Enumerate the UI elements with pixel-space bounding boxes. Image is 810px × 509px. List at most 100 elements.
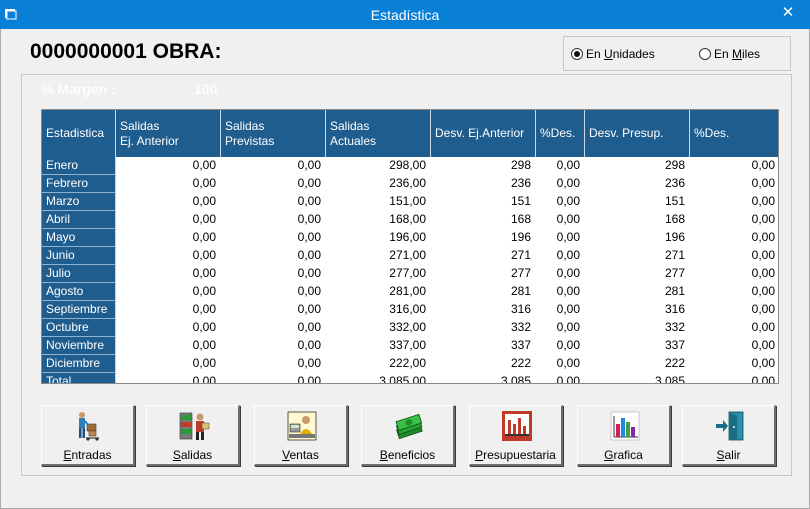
row-label: Julio	[42, 265, 116, 283]
column-header-label: %Des.	[694, 126, 730, 140]
table-cell: 168	[431, 211, 536, 229]
units-selector: En Unidades En Miles	[563, 36, 791, 71]
table-cell: 332	[431, 319, 536, 337]
table-cell: 298	[431, 157, 536, 175]
stats-panel: % Margen : 100 Estadistica Salidas Ej. An…	[21, 74, 792, 476]
table-cell: 0,00	[536, 319, 585, 337]
radio-en-miles[interactable]: En Miles	[699, 47, 760, 61]
table-cell: 236	[431, 175, 536, 193]
table-row[interactable]: Febrero 0,00 0,00 236,00 236 0,00 236 0,00	[42, 175, 778, 193]
table-cell: 337	[585, 337, 690, 355]
presupuestaria-button[interactable]: Presupuestaria	[469, 405, 563, 466]
table-cell: 0,00	[221, 301, 326, 319]
column-header[interactable]: Salidas Ej. Anterior	[116, 110, 221, 157]
table-cell: 0,00	[690, 319, 778, 337]
table-cell: 281	[585, 283, 690, 301]
table-cell: 0,00	[116, 247, 221, 265]
row-label: Septiembre	[42, 301, 116, 319]
table-cell: 0,00	[221, 211, 326, 229]
table-row[interactable]: Marzo 0,00 0,00 151,00 151 0,00 151 0,00	[42, 193, 778, 211]
table-cell: 332	[585, 319, 690, 337]
table-cell: 0,00	[536, 157, 585, 175]
row-label: Total	[42, 373, 116, 383]
table-cell: 236,00	[326, 175, 431, 193]
table-cell: 0,00	[221, 175, 326, 193]
table-cell: 151,00	[326, 193, 431, 211]
column-header-label: Salidas Previstas	[225, 119, 275, 148]
stats-grid[interactable]: Estadistica Salidas Ej. Anterior Salidas P…	[41, 109, 779, 384]
table-cell: 0,00	[690, 229, 778, 247]
column-header[interactable]: Desv. Presup.	[585, 110, 690, 157]
table-cell: 277	[431, 265, 536, 283]
table-cell: 168	[585, 211, 690, 229]
table-cell: 332,00	[326, 319, 431, 337]
column-header[interactable]: %Des.	[690, 110, 778, 157]
table-cell: 0,00	[690, 247, 778, 265]
table-cell: 0,00	[116, 301, 221, 319]
table-cell: 316	[431, 301, 536, 319]
table-row[interactable]: Mayo 0,00 0,00 196,00 196 0,00 196 0,00	[42, 229, 778, 247]
table-cell: 0,00	[690, 301, 778, 319]
table-cell: 0,00	[116, 373, 221, 383]
table-cell: 0,00	[536, 265, 585, 283]
table-cell: 0,00	[221, 193, 326, 211]
bar-chart-icon	[609, 410, 641, 442]
radio-en-unidades[interactable]: En Unidades	[571, 47, 655, 61]
button-label: Presupuestaria	[475, 448, 556, 462]
table-cell: 0,00	[116, 175, 221, 193]
table-cell: 0,00	[116, 319, 221, 337]
column-header-label: Salidas Ej. Anterior	[120, 119, 179, 148]
grafica-button[interactable]: Grafica	[577, 405, 671, 466]
column-header[interactable]: Estadistica	[42, 110, 116, 157]
salidas-button[interactable]: Salidas	[146, 405, 240, 466]
table-row[interactable]: Enero 0,00 0,00 298,00 298 0,00 298 0,00	[42, 157, 778, 175]
beneficios-button[interactable]: Beneficios	[361, 405, 455, 466]
table-cell: 298	[585, 157, 690, 175]
button-label: Salir	[716, 448, 741, 462]
table-cell: 0,00	[536, 247, 585, 265]
radio-unselected-icon	[699, 48, 711, 60]
column-header-label: %Des.	[540, 126, 576, 140]
button-label: Ventas	[282, 448, 319, 462]
table-row[interactable]: Abril 0,00 0,00 168,00 168 0,00 168 0,00	[42, 211, 778, 229]
table-cell: 222	[431, 355, 536, 373]
table-cell: 151	[585, 193, 690, 211]
column-header-label: Desv. Presup.	[589, 126, 664, 140]
table-cell: 0,00	[690, 355, 778, 373]
table-row[interactable]: Agosto 0,00 0,00 281,00 281 0,00 281 0,00	[42, 283, 778, 301]
budget-chart-icon	[501, 410, 533, 442]
table-cell: 0,00	[221, 157, 326, 175]
row-label: Agosto	[42, 283, 116, 301]
table-row[interactable]: Junio 0,00 0,00 271,00 271 0,00 271 0,00	[42, 247, 778, 265]
close-icon[interactable]: ✕	[776, 3, 800, 21]
row-label: Octubre	[42, 319, 116, 337]
table-cell: 0,00	[690, 373, 778, 383]
table-cell: 0,00	[221, 355, 326, 373]
table-cell: 281,00	[326, 283, 431, 301]
table-row[interactable]: Diciembre 0,00 0,00 222,00 222 0,00 222 0,00	[42, 355, 778, 373]
column-header[interactable]: %Des.	[536, 110, 585, 157]
table-row[interactable]: Octubre 0,00 0,00 332,00 332 0,00 332 0,00	[42, 319, 778, 337]
table-cell: 0,00	[116, 193, 221, 211]
column-header[interactable]: Salidas Actuales	[326, 110, 431, 157]
delivery-worker-icon	[73, 410, 105, 442]
ventas-button[interactable]: Ventas	[254, 405, 348, 466]
table-row[interactable]: Julio 0,00 0,00 277,00 277 0,00 277 0,00	[42, 265, 778, 283]
margen-value: 100	[194, 81, 218, 97]
table-cell: 222,00	[326, 355, 431, 373]
table-row[interactable]: Septiembre 0,00 0,00 316,00 316 0,00 316 0,00	[42, 301, 778, 319]
table-cell: 222	[585, 355, 690, 373]
table-cell: 316,00	[326, 301, 431, 319]
table-cell: 0,00	[221, 283, 326, 301]
button-label: Entradas	[63, 448, 112, 462]
entradas-button[interactable]: Entradas	[41, 405, 135, 466]
salir-button[interactable]: Salir	[682, 405, 776, 466]
table-cell: 196	[585, 229, 690, 247]
column-header[interactable]: Salidas Previstas	[221, 110, 326, 157]
radio-selected-icon	[571, 48, 583, 60]
table-row[interactable]: Noviembre 0,00 0,00 337,00 337 0,00 337 0,00	[42, 337, 778, 355]
table-cell: 337,00	[326, 337, 431, 355]
table-row[interactable]: Total 0,00 0,00 3.085,00 3.085 0,00 3.085 0,00	[42, 373, 778, 383]
table-cell: 0,00	[221, 319, 326, 337]
column-header[interactable]: Desv. Ej.Anterior	[431, 110, 536, 157]
